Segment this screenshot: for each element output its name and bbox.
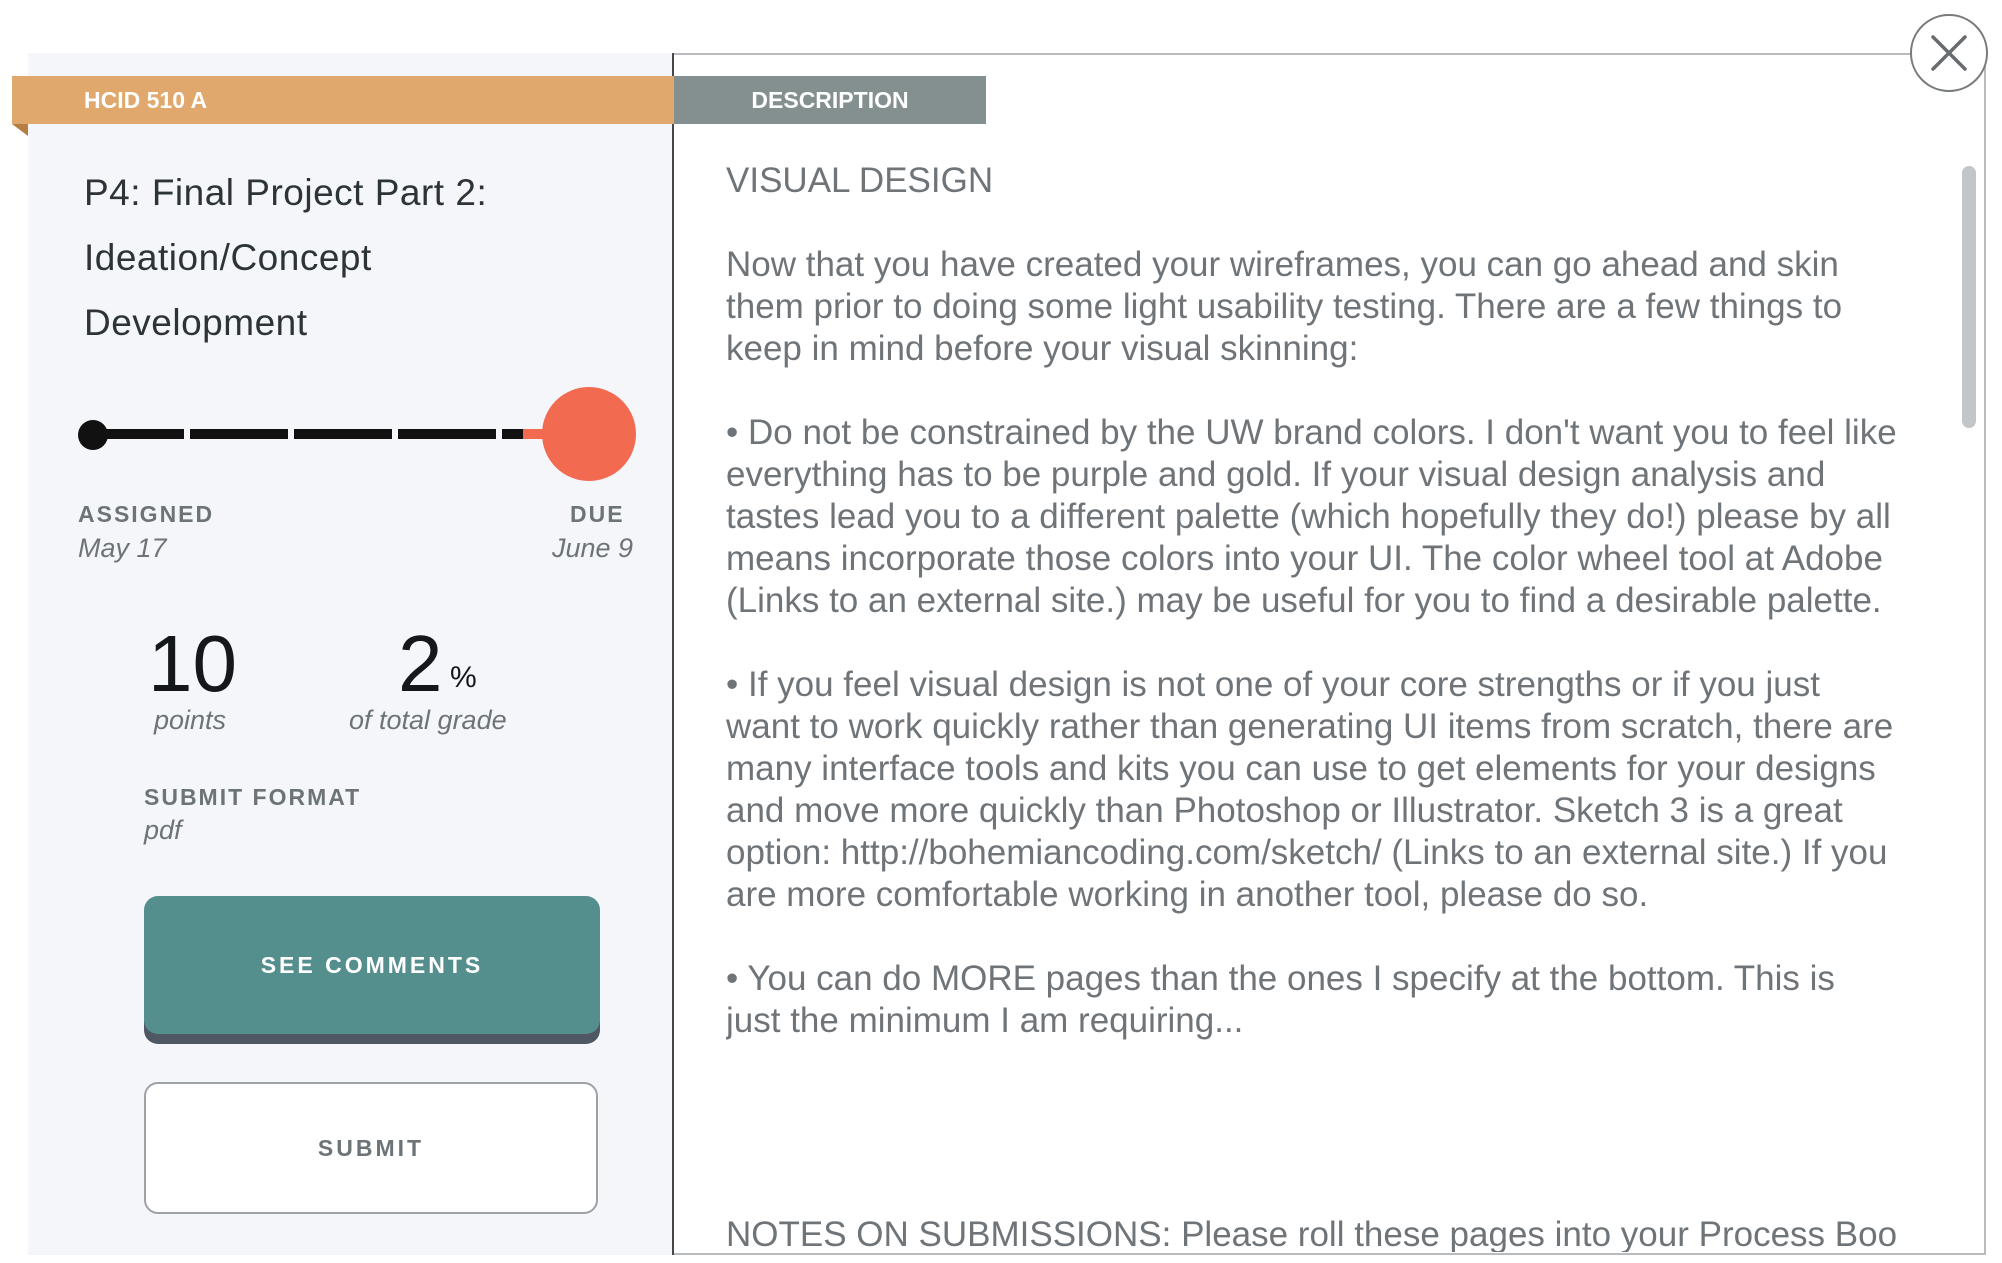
- submit-format-value: pdf: [144, 815, 182, 845]
- assigned-label: ASSIGNED: [78, 501, 215, 527]
- submit-format-label: SUBMIT FORMAT: [144, 784, 362, 810]
- scrollbar-thumb[interactable]: [1962, 166, 1976, 428]
- close-button[interactable]: [1910, 14, 1988, 92]
- due-label: DUE: [570, 501, 625, 527]
- tab-description-label: DESCRIPTION: [751, 87, 909, 113]
- description-heading: VISUAL DESIGN: [726, 161, 994, 200]
- tab-description[interactable]: DESCRIPTION: [674, 76, 986, 124]
- title-line: Ideation/Concept: [84, 237, 372, 278]
- description-scrollbar[interactable]: [1962, 160, 1978, 1254]
- submit-button[interactable]: SUBMIT: [144, 1082, 598, 1214]
- timeline-segment: [190, 429, 288, 439]
- see-comments-label: SEE COMMENTS: [260, 952, 484, 978]
- title-line: P4: Final Project Part 2:: [84, 172, 488, 213]
- timeline-segment: [398, 429, 496, 439]
- description-paragraph: • You can do MORE pages than the ones I …: [726, 959, 1835, 1040]
- points-value: 10: [148, 619, 237, 708]
- due-date-timeline: [74, 384, 644, 484]
- points-label: points: [154, 705, 227, 735]
- due-marker: [542, 387, 636, 481]
- title-line: Development: [84, 302, 308, 343]
- assigned-date: May 17: [78, 533, 167, 563]
- description-paragraph: • If you feel visual design is not one o…: [726, 665, 1894, 914]
- course-code-ribbon: HCID 510 A: [12, 76, 674, 124]
- due-date: June 9: [552, 533, 634, 563]
- description-paragraph: • Do not be constrained by the UW brand …: [726, 413, 1897, 620]
- description-paragraph: Now that you have created your wireframe…: [726, 245, 1843, 368]
- see-comments-button[interactable]: SEE COMMENTS: [144, 896, 600, 1034]
- course-code: HCID 510 A: [84, 87, 208, 113]
- submit-label: SUBMIT: [317, 1135, 425, 1161]
- assignment-title: P4: Final Project Part 2: Ideation/Conce…: [84, 160, 644, 355]
- close-x-icon: [1931, 35, 1967, 71]
- assigned-marker: [78, 420, 108, 450]
- description-content: VISUAL DESIGN Now that you have created …: [726, 160, 1898, 1252]
- ribbon-fold: [12, 124, 28, 136]
- grade-percent-label: of total grade: [349, 705, 507, 735]
- grade-percent-value: 2: [398, 619, 443, 708]
- timeline-segment: [294, 429, 392, 439]
- grade-percent-unit: %: [450, 661, 477, 694]
- submission-notes: NOTES ON SUBMISSIONS: Please roll these …: [726, 1215, 1898, 1252]
